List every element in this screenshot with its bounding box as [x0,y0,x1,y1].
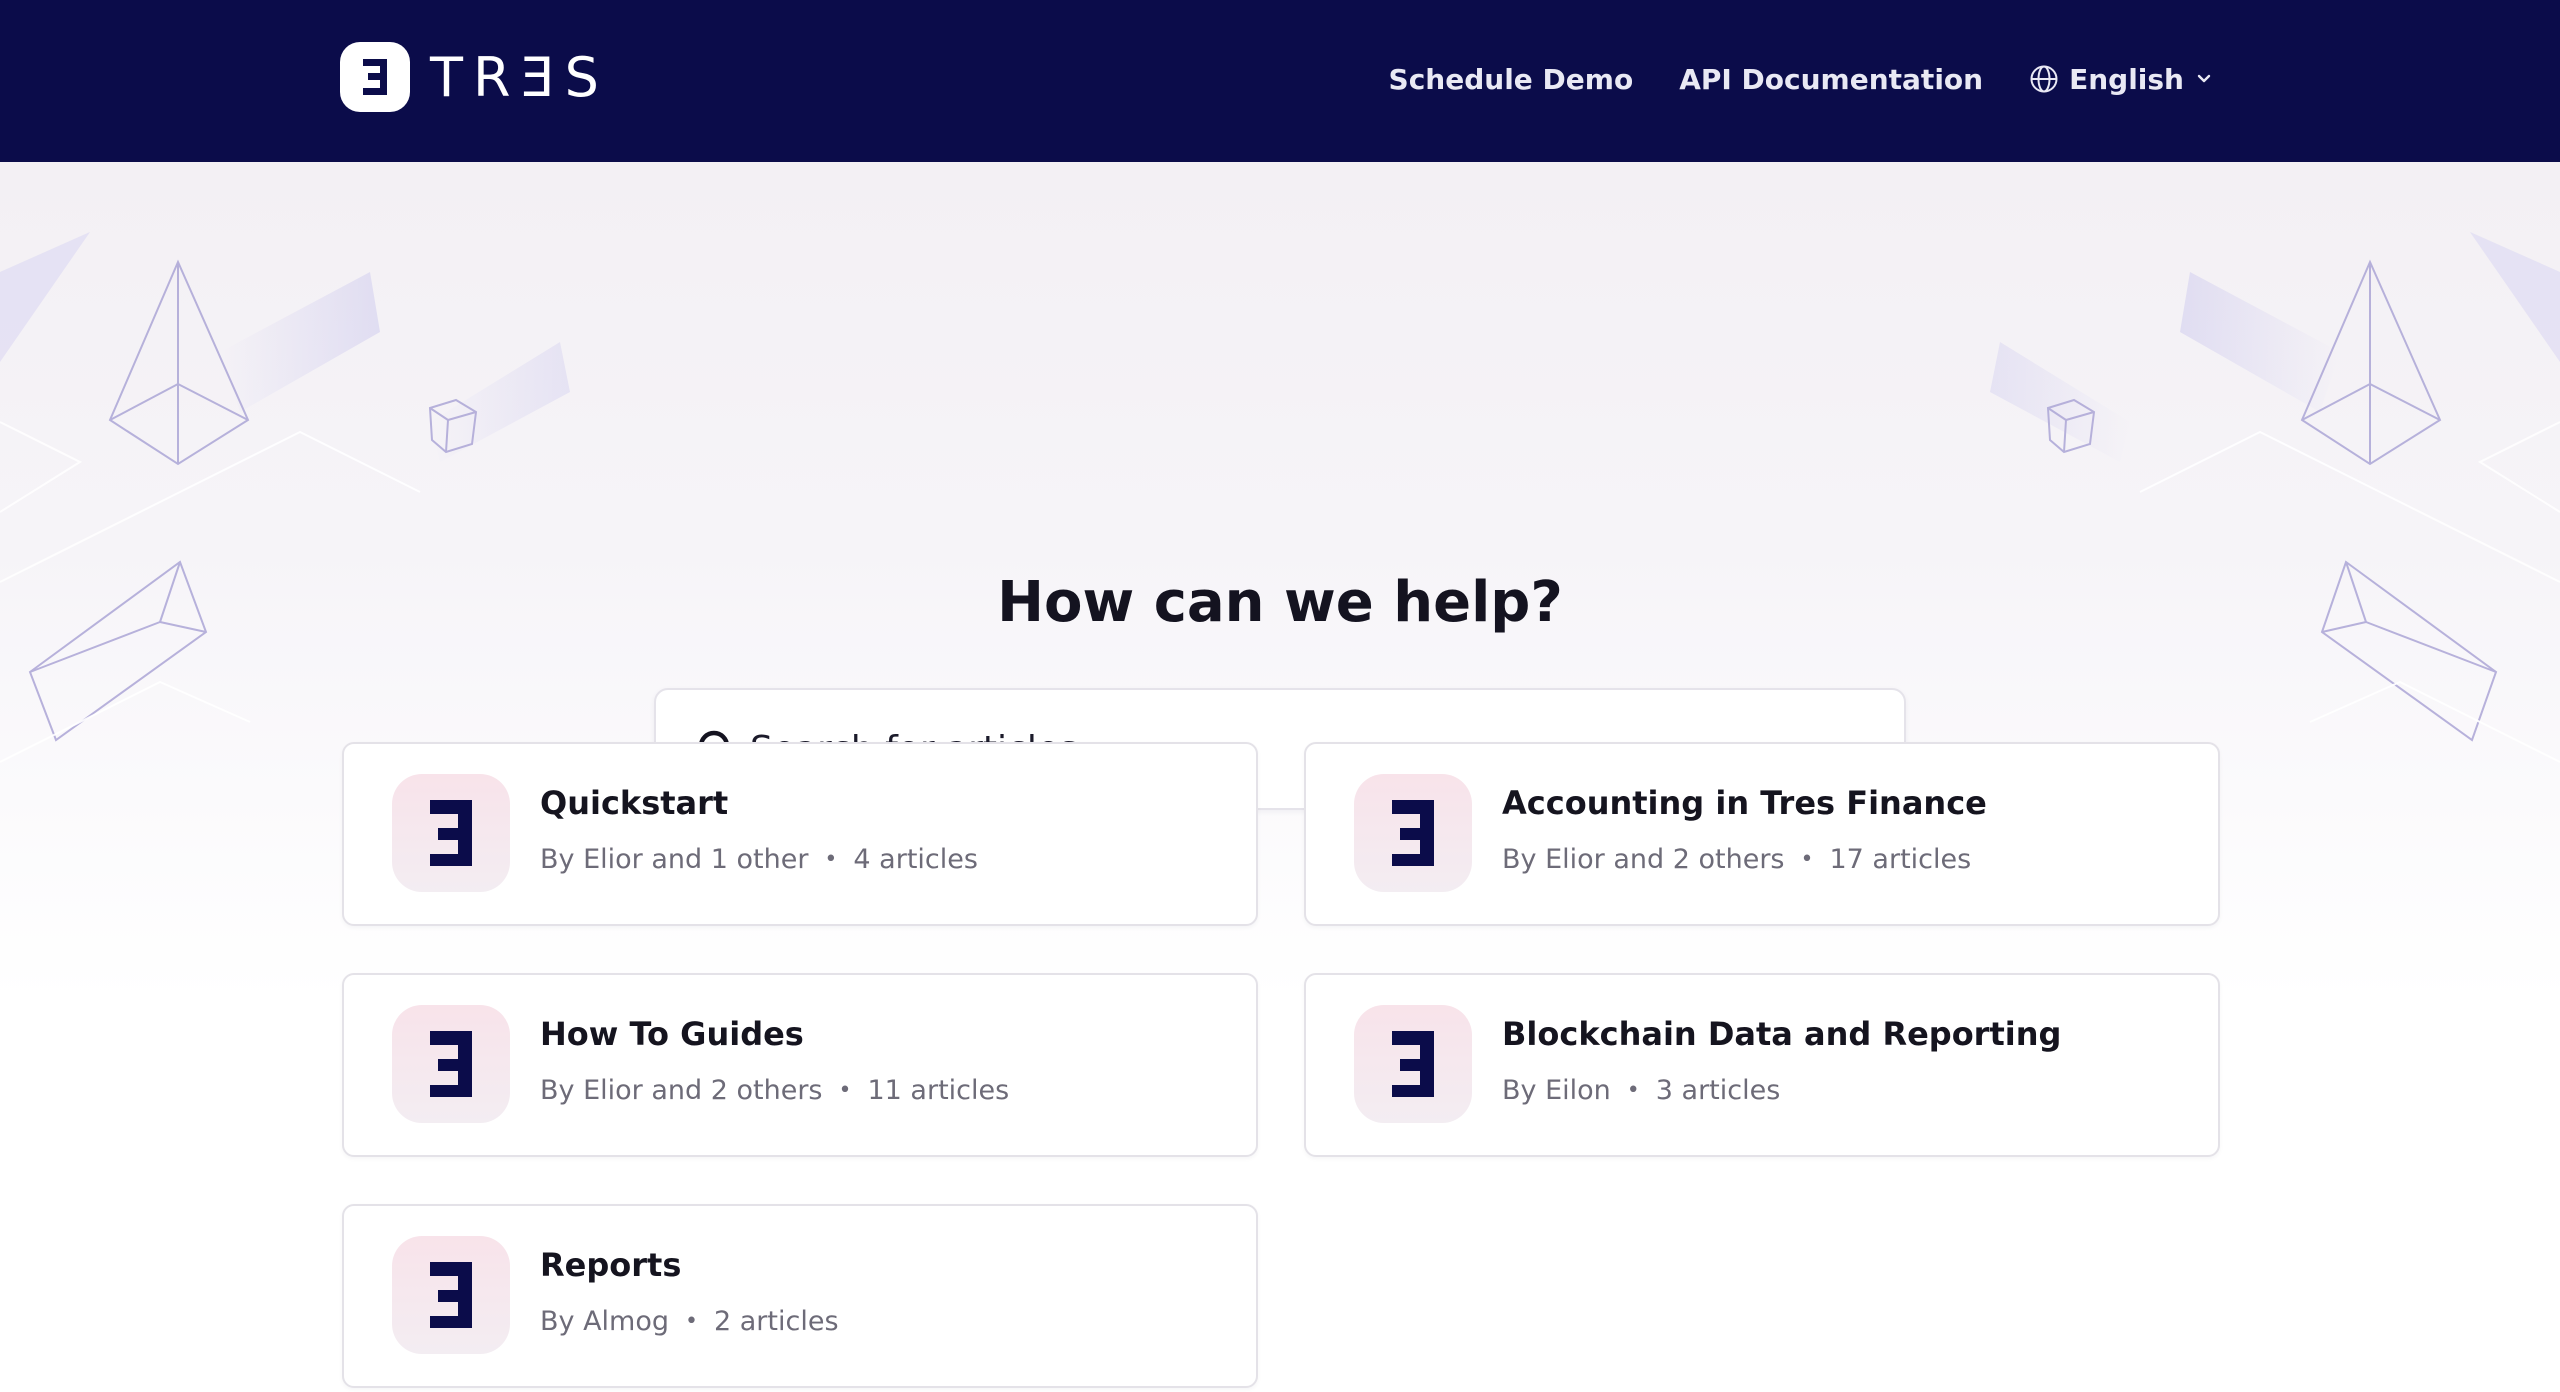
separator-dot: • [685,1309,698,1334]
collection-authors: By Elior and 2 others [540,1075,823,1106]
tres-logo-icon [1354,774,1472,892]
collection-meta: By Almog • 2 articles [540,1306,839,1337]
collection-article-count: 11 articles [867,1075,1010,1106]
tres-logo-icon [1354,1005,1472,1123]
collection-title: Accounting in Tres Finance [1502,784,1987,822]
globe-icon [2030,65,2058,93]
collection-meta: By Elior and 1 other • 4 articles [540,844,978,875]
collection-article-count: 3 articles [1655,1075,1781,1106]
top-navigation-bar: TRƎS Schedule Demo API Documentation Eng… [0,0,2560,162]
brand-name: TRƎS [430,45,609,109]
page-title: How can we help? [997,570,1563,635]
header-nav: Schedule Demo API Documentation English [1389,56,2214,102]
collection-authors: By Elior and 1 other [540,844,809,875]
language-selector[interactable]: English [2029,63,2214,96]
tres-logo-icon [340,42,410,112]
schedule-demo-link[interactable]: Schedule Demo [1389,63,1634,96]
collection-title: Quickstart [540,784,729,822]
collection-authors: By Almog [540,1306,670,1337]
collection-title: How To Guides [540,1015,804,1053]
separator-dot: • [824,847,838,872]
collection-card-how-to-guides[interactable]: How To Guides By Elior and 2 others • 11… [342,973,1258,1157]
collection-meta: By Elior and 2 others • 11 articles [540,1075,1009,1106]
api-documentation-link[interactable]: API Documentation [1679,63,1983,96]
separator-dot: • [1626,1078,1640,1103]
language-label: English [2069,62,2184,96]
collection-authors: By Elior and 2 others [1502,844,1785,875]
collection-authors: By Eilon [1502,1075,1611,1106]
collection-title: Blockchain Data and Reporting [1502,1015,2062,1053]
chevron-down-icon [2197,74,2211,83]
collection-card-accounting[interactable]: Accounting in Tres Finance By Elior and … [1304,742,2220,926]
collection-article-count: 4 articles [853,844,978,875]
tres-logo-icon [392,774,510,892]
collection-card-reports[interactable]: Reports By Almog • 2 articles [342,1204,1258,1388]
collection-meta: By Eilon • 3 articles [1502,1075,1780,1106]
brand-logo[interactable]: TRƎS [340,42,609,112]
separator-dot: • [1800,847,1814,872]
tres-logo-icon [392,1005,510,1123]
separator-dot: • [838,1078,852,1103]
collection-title: Reports [540,1246,682,1284]
collection-article-count: 17 articles [1829,844,1972,875]
collection-article-count: 2 articles [714,1306,839,1337]
tres-logo-icon [392,1236,510,1354]
collection-card-blockchain-data[interactable]: Blockchain Data and Reporting By Eilon •… [1304,973,2220,1157]
collection-meta: By Elior and 2 others • 17 articles [1502,844,1971,875]
collection-card-quickstart[interactable]: Quickstart By Elior and 1 other • 4 arti… [342,742,1258,926]
